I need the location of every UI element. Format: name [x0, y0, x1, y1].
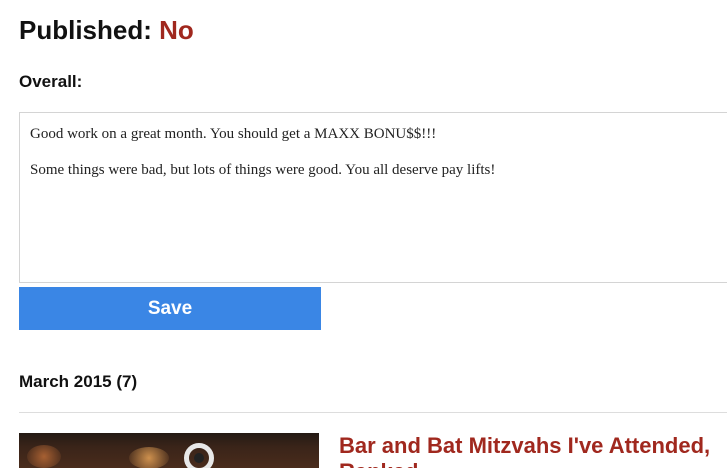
post-title-link[interactable]: Bar and Bat Mitzvahs I've Attended,Ranke…	[339, 433, 727, 468]
overall-feedback-editor[interactable]: Good work on a great month. You should g…	[19, 112, 727, 283]
published-label: Published:	[19, 15, 152, 45]
post-thumbnail[interactable]	[19, 433, 319, 468]
overall-label: Overall:	[19, 72, 83, 91]
feedback-paragraph-2: Some things were bad, but lots of things…	[30, 162, 496, 178]
month-heading[interactable]: March 2015 (7)	[19, 372, 137, 392]
post-title-line-2: Ranked	[339, 459, 418, 468]
save-button[interactable]: Save	[19, 287, 321, 330]
post-title-line-1: Bar and Bat Mitzvahs I've Attended,	[339, 433, 711, 458]
divider	[19, 412, 727, 413]
feedback-paragraph-1: Good work on a great month. You should g…	[30, 126, 437, 142]
published-status: Published: No	[19, 14, 194, 46]
review-page: Published: No Overall: Good work on a gr…	[0, 0, 727, 468]
published-value: No	[159, 15, 194, 45]
